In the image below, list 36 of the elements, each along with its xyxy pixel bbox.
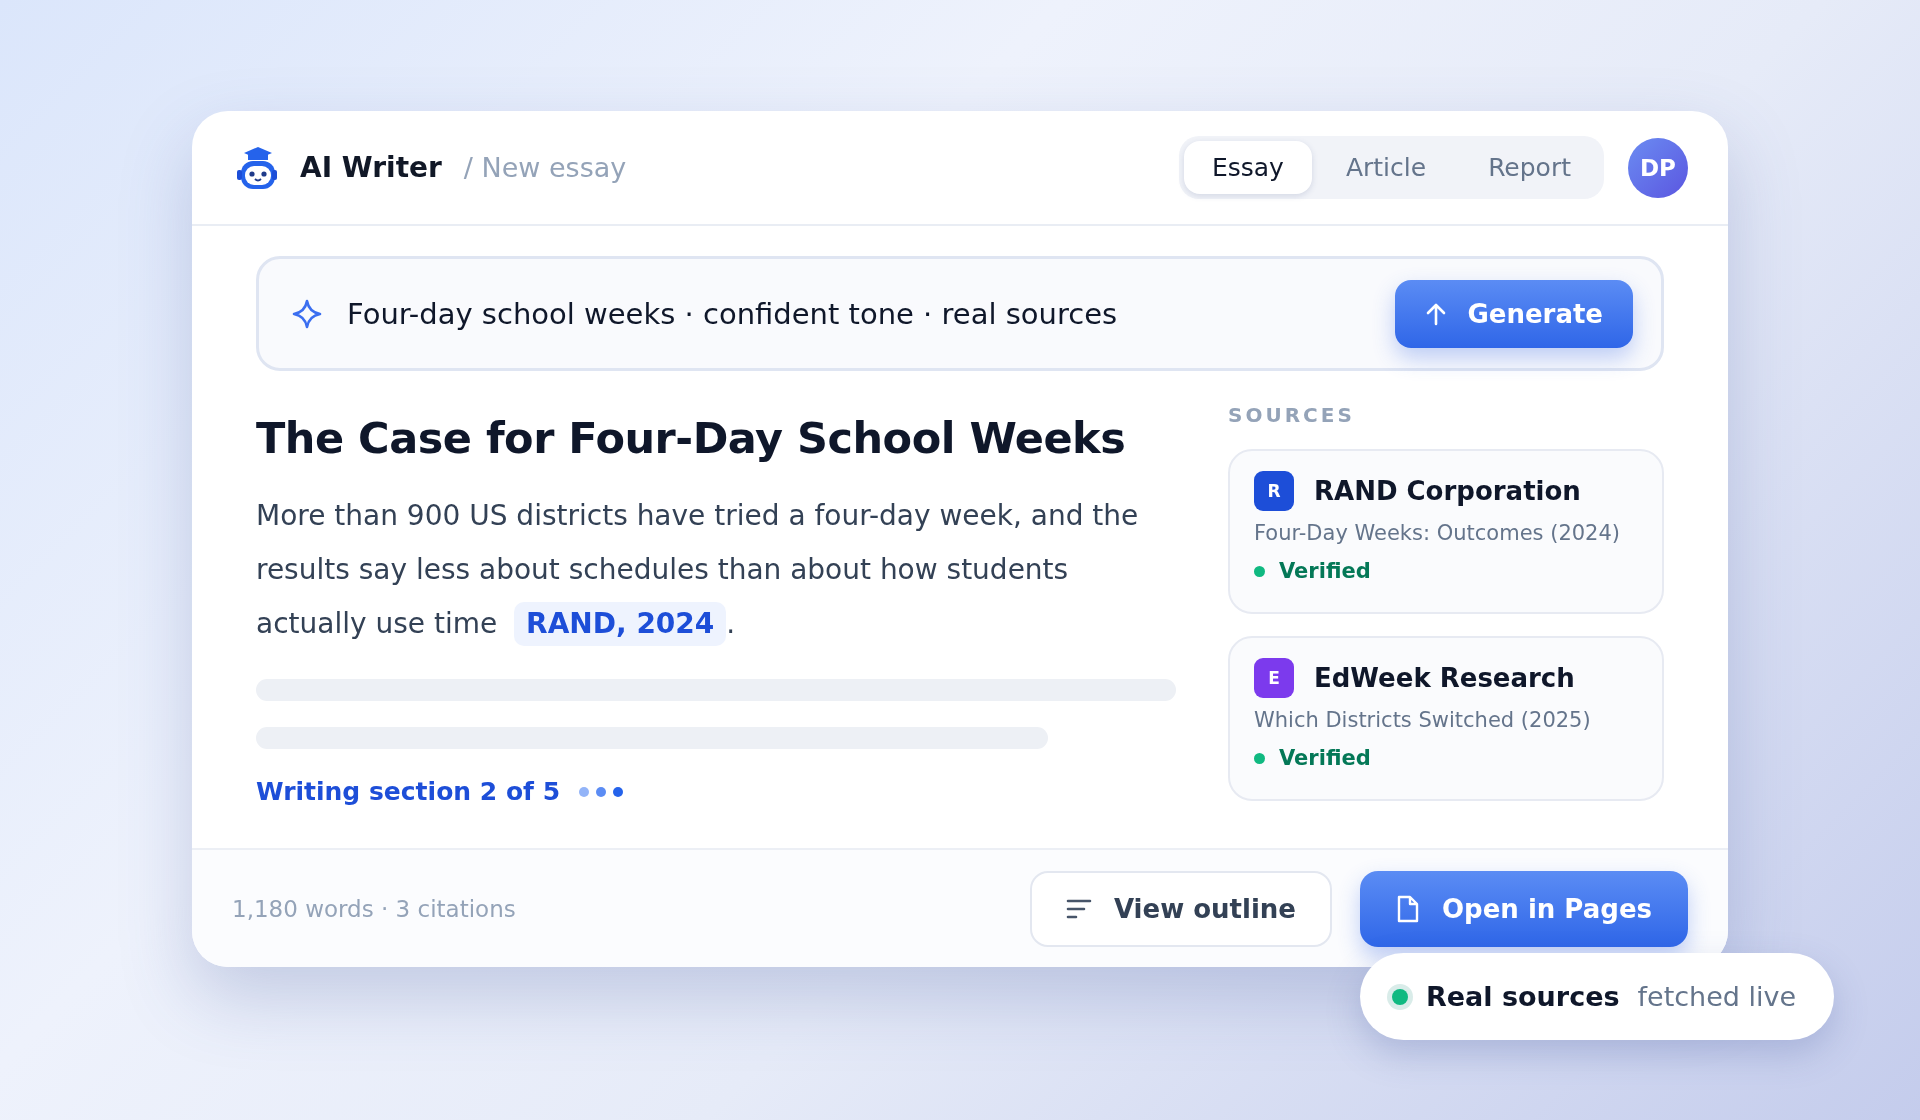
source-name: EdWeek Research: [1314, 663, 1575, 693]
badge-subtitle: fetched live: [1637, 981, 1797, 1012]
type-tab[interactable]: Report: [1460, 141, 1599, 194]
document-icon: [1396, 893, 1420, 924]
generate-button[interactable]: Generate: [1395, 279, 1633, 348]
type-tab[interactable]: Essay: [1183, 141, 1312, 194]
essay-title: The Case for Four-Day School Weeks: [256, 413, 1127, 463]
app-name: AI Writer: [300, 151, 442, 184]
menu-lines-icon: [1065, 897, 1092, 920]
verified-label: Verified: [1279, 746, 1371, 770]
status-dot: [1254, 752, 1265, 764]
arrow-up-icon: [1425, 301, 1448, 326]
user-avatar[interactable]: DP: [1628, 137, 1688, 198]
view-outline-button[interactable]: View outline: [1029, 870, 1332, 947]
source-name: RAND Corporation: [1314, 476, 1581, 506]
source-card[interactable]: R RAND Corporation Four-Day Weeks: Outcomes (2024) Verified: [1228, 449, 1664, 614]
source-initial: R: [1254, 471, 1294, 511]
sources-heading: SOURCES: [1228, 403, 1356, 427]
status-dot: [1254, 565, 1265, 577]
badge-title: Real sources: [1426, 981, 1620, 1012]
prompt-text: Four-day school weeks · confident tone · real sources: [347, 296, 1118, 331]
essay-paragraph: More than 900 US districts have tried a four-day week, and the results say less about schedules than about how students actually use time RAND, 2024 .: [256, 489, 1176, 651]
source-detail: Which Districts Switched (2025): [1254, 708, 1592, 732]
sparkle-icon: [291, 297, 323, 330]
source-card[interactable]: E EdWeek Research Which Districts Switched (2025) Verified: [1228, 636, 1664, 801]
prompt-field[interactable]: Four-day school weeks · confident tone · real sources Generate: [256, 256, 1664, 371]
breadcrumb: / New essay: [463, 152, 627, 183]
loading-dots-icon: [578, 785, 625, 798]
type-tab[interactable]: Article: [1317, 141, 1455, 194]
source-initial: E: [1254, 658, 1294, 698]
source-detail: Four-Day Weeks: Outcomes (2024): [1254, 521, 1621, 545]
word-count: 1,180 words · 3 citations: [232, 895, 516, 922]
citation-link[interactable]: RAND, 2024: [514, 602, 727, 646]
progress-status: Writing section 2 of 5: [256, 777, 561, 806]
open-button[interactable]: Open in Pages: [1360, 870, 1688, 947]
verified-label: Verified: [1279, 559, 1371, 583]
